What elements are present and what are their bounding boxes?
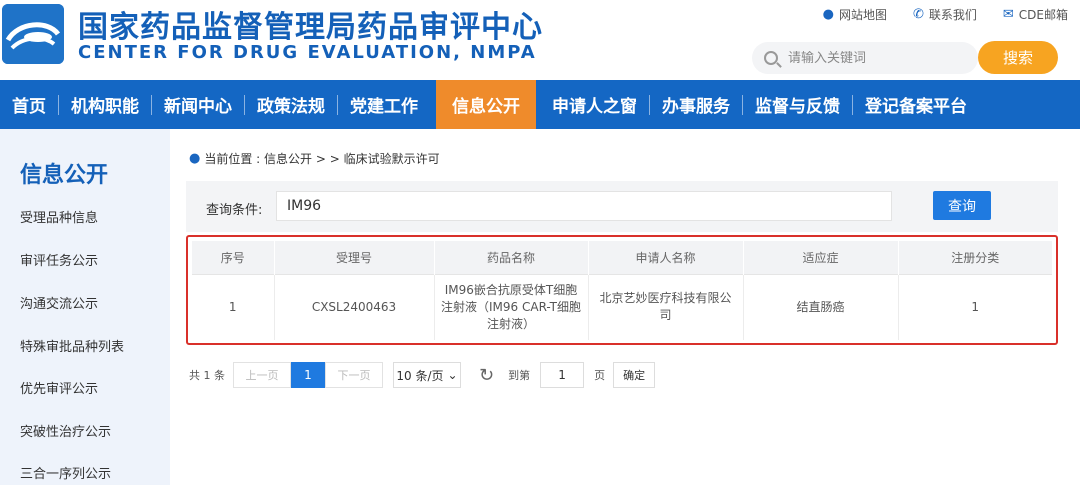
breadcrumb-text: 当前位置 : 信息公开 > > 临床试验默示许可	[204, 152, 440, 166]
site-search	[752, 42, 978, 74]
contact-label: 联系我们	[928, 8, 977, 22]
nav-item-applicant-window[interactable]: 申请人之窗	[540, 80, 649, 129]
sidebar-item-priority-review[interactable]: 优先审评公示	[20, 378, 98, 397]
sidebar-item-special-approval[interactable]: 特殊审批品种列表	[20, 336, 124, 355]
cell-indication: 结直肠癌	[743, 273, 899, 340]
nav-item-news[interactable]: 新闻中心	[152, 80, 244, 129]
sidebar-item-three-in-one[interactable]: 三合一序列公示	[20, 463, 111, 482]
site-title-cn: 国家药品监督管理局药品审评中心	[78, 10, 543, 45]
goto-page-input[interactable]	[540, 362, 585, 388]
cell-index: 1	[192, 273, 275, 340]
nav-item-supervision[interactable]: 监督与反馈	[743, 80, 852, 129]
nav-item-services[interactable]: 办事服务	[650, 80, 742, 129]
goto-label: 到第	[508, 369, 531, 382]
top-links: ● 网站地图 ✆ 联系我们 ✉ CDE邮箱	[823, 6, 1068, 23]
query-bar: 查询条件: 查询	[186, 181, 1058, 232]
mail-icon: ✉	[1002, 7, 1014, 22]
col-header-acceptance-no: 受理号	[274, 241, 435, 274]
results-table: 序号 受理号 药品名称 申请人名称 适应症 注册分类 1 CXSL2400463…	[192, 241, 1052, 340]
cde-mail-label: CDE邮箱	[1018, 8, 1068, 22]
col-header-indication: 适应症	[743, 241, 899, 274]
contact-link[interactable]: ✆ 联系我们	[913, 6, 977, 23]
table-header-row: 序号 受理号 药品名称 申请人名称 适应症 注册分类	[192, 241, 1052, 274]
page-unit-label: 页	[594, 369, 606, 382]
page-size-value: 10 条/页	[396, 368, 444, 383]
col-header-registration-class: 注册分类	[898, 241, 1052, 274]
search-button[interactable]: 搜索	[978, 41, 1058, 74]
total-count: 共 1 条	[189, 369, 225, 382]
prev-page-button[interactable]: 上一页	[233, 362, 291, 388]
sidebar-item-breakthrough[interactable]: 突破性治疗公示	[20, 421, 111, 440]
nav-item-functions[interactable]: 机构职能	[59, 80, 151, 129]
refresh-icon[interactable]: ↻	[479, 365, 494, 386]
next-page-button[interactable]: 下一页	[325, 362, 383, 388]
current-page-button[interactable]: 1	[291, 362, 325, 388]
site-title-en: CENTER FOR DRUG EVALUATION, NMPA	[78, 42, 537, 63]
col-header-drug-name: 药品名称	[434, 241, 589, 274]
cell-drug-name: IM96嵌合抗原受体T细胞注射液（IM96 CAR-T细胞注射液）	[434, 273, 589, 340]
query-label: 查询条件:	[206, 203, 263, 218]
sitemap-link[interactable]: ● 网站地图	[823, 6, 887, 23]
site-header: 国家药品监督管理局药品审评中心 CENTER FOR DRUG EVALUATI…	[0, 0, 1080, 80]
col-header-applicant: 申请人名称	[588, 241, 744, 274]
sidebar-item-review-tasks[interactable]: 审评任务公示	[20, 250, 98, 269]
cde-mail-link[interactable]: ✉ CDE邮箱	[1003, 6, 1068, 23]
sidebar: 信息公开 受理品种信息 审评任务公示 沟通交流公示 特殊审批品种列表 优先审评公…	[0, 129, 170, 485]
pagination: 共 1 条 上一页 1 下一页 10 条/页 ⌄ ↻ 到第 页 确定	[189, 362, 656, 388]
sitemap-label: 网站地图	[838, 8, 887, 22]
location-pin-icon: ●	[189, 151, 201, 166]
goto-confirm-button[interactable]: 确定	[613, 362, 656, 388]
chevron-down-icon: ⌄	[447, 368, 458, 382]
sidebar-item-accepted-varieties[interactable]: 受理品种信息	[20, 207, 98, 226]
page-size-select[interactable]: 10 条/页 ⌄	[393, 362, 461, 388]
sidebar-item-communication[interactable]: 沟通交流公示	[20, 293, 98, 312]
nav-item-party[interactable]: 党建工作	[338, 80, 430, 129]
phone-icon: ✆	[912, 7, 924, 22]
cell-applicant: 北京艺妙医疗科技有限公司	[588, 273, 744, 340]
nav-item-info-disclosure[interactable]: 信息公开	[436, 80, 536, 129]
nav-item-home[interactable]: 首页	[0, 80, 58, 129]
search-icon	[764, 51, 778, 65]
col-header-index: 序号	[192, 241, 275, 274]
cde-logo[interactable]	[2, 4, 64, 64]
main-nav: 首页 机构职能 新闻中心 政策法规 党建工作 信息公开 申请人之窗 办事服务 监…	[0, 80, 1080, 129]
results-table-highlight: 序号 受理号 药品名称 申请人名称 适应症 注册分类 1 CXSL2400463…	[186, 235, 1058, 345]
sidebar-title: 信息公开	[20, 163, 109, 188]
table-row[interactable]: 1 CXSL2400463 IM96嵌合抗原受体T细胞注射液（IM96 CAR-…	[192, 273, 1052, 340]
query-button[interactable]: 查询	[933, 191, 991, 220]
cell-acceptance-no: CXSL2400463	[274, 273, 435, 340]
search-input[interactable]	[788, 50, 948, 66]
breadcrumb: ● 当前位置 : 信息公开 > > 临床试验默示许可	[189, 150, 440, 167]
cell-registration-class: 1	[898, 273, 1052, 340]
nav-item-registration-platform[interactable]: 登记备案平台	[853, 80, 979, 129]
query-input[interactable]	[276, 191, 892, 221]
nav-item-policy[interactable]: 政策法规	[245, 80, 337, 129]
location-pin-icon: ●	[822, 7, 834, 22]
